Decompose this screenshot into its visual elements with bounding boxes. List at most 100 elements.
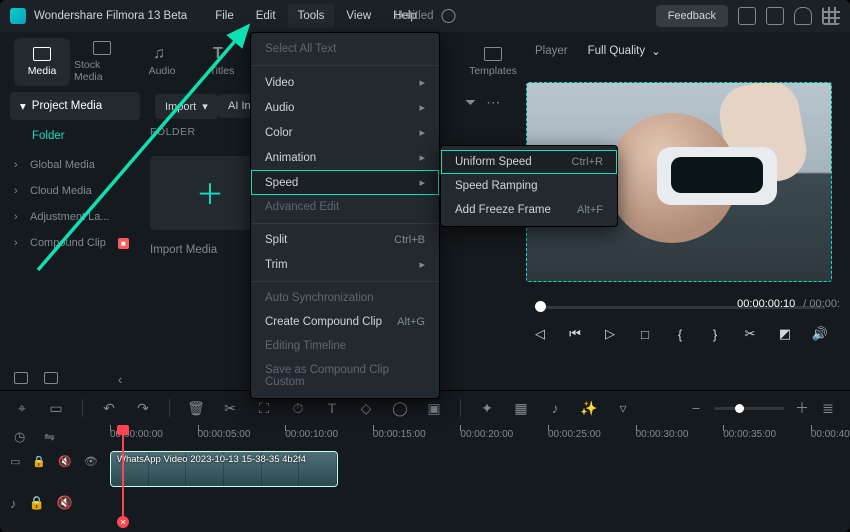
new-folder-icon[interactable] [14, 372, 28, 384]
menu-item-speed-ramping[interactable]: Speed Ramping [441, 174, 617, 198]
pointer-tool-icon[interactable]: ⌖ [14, 400, 30, 416]
menu-tools[interactable]: Tools [288, 4, 335, 28]
menu-item-animation[interactable]: Animation▸ [251, 145, 439, 170]
speed-tool-icon[interactable]: ⏱ [290, 400, 306, 416]
tab-templates[interactable]: Templates [465, 38, 521, 86]
menu-item-trim[interactable]: Trim▸ [251, 252, 439, 277]
filter-icon[interactable]: ⏷ [465, 94, 476, 111]
sidebar-item-folder[interactable]: Folder [10, 120, 140, 152]
submenu-arrow-icon: ▸ [419, 176, 425, 189]
redo-button[interactable]: ↷ [135, 400, 151, 416]
scrub-thumb[interactable] [535, 301, 546, 312]
tab-media[interactable]: Media [14, 38, 70, 86]
menu-item-uniform-speed[interactable]: Uniform SpeedCtrl+R [441, 150, 617, 174]
sidebar-item-global[interactable]: Global Media [10, 152, 140, 178]
quality-label: Full Quality [588, 45, 646, 57]
track-lock-icon[interactable]: 🔒 [32, 455, 46, 468]
media-tabs: Media Stock Media ♫Audio T Titles [14, 38, 250, 86]
sidebar-bottom: ‹ [14, 372, 58, 384]
render-icon[interactable]: ▦ [513, 400, 529, 416]
menu-file[interactable]: File [205, 4, 244, 28]
color-tool-icon[interactable]: ◯ [392, 400, 408, 416]
options-icon[interactable]: ≣ [820, 400, 836, 416]
play-button[interactable]: ▷ [600, 324, 620, 344]
import-dropdown[interactable]: Import▾ [155, 94, 218, 119]
menu-separator [251, 65, 439, 66]
timeline-playhead[interactable] [122, 425, 124, 528]
stop-button[interactable]: □ [635, 324, 655, 344]
tab-stock[interactable]: Stock Media [74, 38, 130, 86]
snapshot-button[interactable]: ◩ [775, 324, 795, 344]
cloud-upload-icon[interactable] [794, 7, 812, 25]
menu-edit[interactable]: Edit [246, 4, 286, 28]
menu-item-color[interactable]: Color▸ [251, 120, 439, 145]
mask-tool-icon[interactable]: ▣ [426, 400, 442, 416]
collapse-icon[interactable]: ‹ [118, 372, 122, 387]
track-image-icon[interactable]: ▭ [10, 455, 20, 468]
time-ruler[interactable]: 00:00:00:00 00:00:05:00 00:00:10:00 00:0… [110, 425, 840, 447]
shortcut-label: Ctrl+R [572, 156, 603, 168]
mark-out-button[interactable]: } [705, 324, 725, 344]
audio-track-icon[interactable]: ♪ [10, 496, 17, 511]
step-back-button[interactable]: ⏮ [565, 324, 585, 344]
select-tool-icon[interactable]: ▭ [48, 400, 64, 416]
top-bar: Wondershare Filmora 13 Beta File Edit To… [0, 0, 850, 32]
menu-item-audio[interactable]: Audio▸ [251, 95, 439, 120]
sidebar-item-label: Project Media [32, 100, 102, 112]
timeline-link-icon[interactable]: ⇋ [44, 429, 60, 445]
cut-button[interactable]: ✂ [740, 324, 760, 344]
quality-dropdown[interactable]: Full Quality⌄ [588, 44, 661, 58]
timeline-head: ◷ ⇋ [14, 429, 60, 445]
sync-icon[interactable] [442, 9, 456, 23]
keyframe-tool-icon[interactable]: ◇ [358, 400, 374, 416]
menu-item-autosync: Auto Synchronization [251, 286, 439, 310]
tab-titles[interactable]: T Titles [194, 38, 250, 86]
undo-button[interactable]: ↶ [101, 400, 117, 416]
mark-in-button[interactable]: { [670, 324, 690, 344]
timeline-clip[interactable]: WhatsApp Video 2023-10-13 15-38-35 4b2f4 [110, 451, 338, 487]
sidebar-item-adjustment[interactable]: Adjustment La... [10, 204, 140, 230]
timeline-clock-icon[interactable]: ◷ [14, 429, 30, 445]
audio-lock-icon[interactable]: 🔒 [29, 495, 45, 511]
prev-frame-button[interactable]: ◁ [530, 324, 550, 344]
ai-icon[interactable]: ✨ [581, 400, 597, 416]
feedback-button[interactable]: Feedback [656, 5, 728, 27]
delete-button[interactable]: 🗑 [188, 400, 204, 416]
new-bin-icon[interactable] [44, 372, 58, 384]
tools-menu: Select All Text Video▸ Audio▸ Color▸ Ani… [250, 32, 440, 399]
menu-item-speed[interactable]: Speed▸ [251, 170, 439, 195]
tab-titles-label: Titles [210, 65, 235, 77]
sidebar-item-project-media[interactable]: ▾Project Media [10, 92, 140, 120]
audio-mute-icon[interactable]: 🔇 [57, 495, 73, 511]
monitor-icon[interactable] [738, 7, 756, 25]
titles-icon: T [213, 47, 231, 61]
menu-view[interactable]: View [336, 4, 381, 28]
timecode-current: 00:00:00:10 [737, 298, 795, 310]
top-right: Feedback [656, 5, 840, 27]
text-tool-icon[interactable]: T [324, 400, 340, 416]
split-tool-icon[interactable]: ✂ [222, 400, 238, 416]
track-mute-icon[interactable]: 🔇 [58, 455, 72, 468]
menu-item-freeze-frame[interactable]: Add Freeze FrameAlt+F [441, 198, 617, 222]
audio-icon[interactable]: ♪ [547, 400, 563, 416]
zoom-slider[interactable] [714, 407, 784, 410]
apps-icon[interactable] [822, 7, 840, 25]
sidebar-item-compound[interactable]: Compound Clip■ [10, 230, 140, 256]
sidebar-item-cloud[interactable]: Cloud Media [10, 178, 140, 204]
crop-tool-icon[interactable]: ⛶ [256, 400, 272, 416]
track-visible-icon[interactable]: 👁 [84, 455, 98, 468]
tab-audio[interactable]: ♫Audio [134, 38, 190, 86]
timecode-duration: / 00:00: [803, 298, 840, 310]
menu-separator [251, 281, 439, 282]
menu-item-video[interactable]: Video▸ [251, 70, 439, 95]
markers-icon[interactable]: ▿ [615, 400, 631, 416]
zoom-in-button[interactable]: ＋ [794, 400, 810, 416]
tab-audio-label: Audio [149, 65, 176, 77]
effects-icon[interactable]: ✦ [479, 400, 495, 416]
zoom-out-button[interactable]: − [688, 400, 704, 416]
volume-button[interactable]: 🔊 [810, 324, 830, 344]
more-icon[interactable]: ⋯ [486, 94, 500, 111]
menu-item-create-compound[interactable]: Create Compound ClipAlt+G [251, 310, 439, 334]
menu-item-split[interactable]: SplitCtrl+B [251, 228, 439, 252]
save-icon[interactable] [766, 7, 784, 25]
